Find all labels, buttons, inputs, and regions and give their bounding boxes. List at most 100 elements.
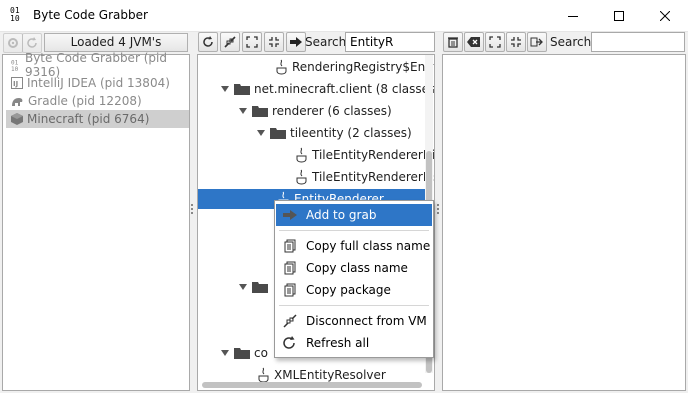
expand-all-button[interactable] — [242, 32, 262, 52]
title-bar: 01 10 Byte Code Grabber — [0, 0, 688, 32]
refresh-icon — [203, 36, 213, 47]
menu-item-label: Add to grab — [306, 208, 377, 222]
close-icon — [660, 11, 670, 21]
expand-icon — [489, 36, 501, 48]
backspace-icon — [467, 37, 480, 47]
tree-node-package[interactable]: renderer (6 classes) — [238, 101, 392, 121]
menu-item-add-to-grab[interactable]: Add to grab — [276, 204, 432, 226]
settings-button[interactable] — [3, 33, 23, 53]
context-menu: Add to grab Copy full class name Copy cl… — [274, 200, 434, 358]
jvm-list-item[interactable]: 01 10 Byte Code Grabber (pid 9316) — [6, 51, 189, 79]
loaded-jvms-label: Loaded 4 JVM's — [44, 33, 188, 52]
jvm-list-item[interactable]: Minecraft (pid 6764) — [6, 110, 189, 128]
refresh-jvms-button[interactable] — [22, 33, 42, 53]
disconnect-icon — [283, 314, 297, 328]
minecraft-block-icon — [11, 113, 23, 125]
menu-item-copy-package[interactable]: Copy package — [276, 279, 432, 301]
tree-node-label: TileEntityRendererPis — [312, 170, 435, 184]
menu-item-label: Copy package — [306, 283, 391, 297]
arrow-right-icon — [283, 210, 297, 220]
gradle-icon — [12, 98, 23, 106]
tree-node-label: TileEntityRendererDis — [312, 148, 435, 162]
app-icon: 01 10 — [10, 7, 26, 25]
java-class-icon — [276, 59, 287, 75]
scrollbar-thumb[interactable] — [202, 382, 422, 388]
folder-icon — [270, 128, 286, 139]
app-icon-bottom-text: 10 — [10, 14, 20, 23]
minimize-button[interactable] — [550, 0, 596, 32]
tree-horizontal-scrollbar[interactable] — [198, 381, 425, 389]
trash-icon — [448, 37, 458, 48]
expanded-arrow-icon[interactable] — [220, 348, 230, 358]
menu-separator — [279, 230, 429, 231]
jvm-list-item[interactable]: Gradle (pid 12208) — [6, 92, 189, 110]
tree-node-class[interactable]: TileEntityRendererDis — [296, 145, 435, 165]
collapse-icon — [511, 37, 521, 47]
maximize-icon — [614, 11, 624, 21]
disconnect-icon — [224, 36, 236, 48]
jvm-label: IntelliJ IDEA (pid 13804) — [27, 76, 170, 90]
expand-all-right-button[interactable] — [485, 32, 505, 52]
jvm-list-item[interactable]: IJ IntelliJ IDEA (pid 13804) — [6, 74, 189, 92]
expanded-arrow-icon[interactable] — [256, 128, 266, 138]
expanded-arrow-icon[interactable] — [238, 106, 248, 116]
copy-icon — [284, 261, 296, 275]
tree-node-label: tileentity (2 classes) — [290, 126, 412, 140]
menu-item-copy-full-class-name[interactable]: Copy full class name — [276, 235, 432, 257]
maximize-button[interactable] — [596, 0, 642, 32]
close-button[interactable] — [642, 0, 688, 32]
window-title: Byte Code Grabber — [33, 8, 148, 22]
grab-search-input[interactable] — [591, 32, 685, 52]
save-classes-button[interactable] — [527, 32, 547, 52]
svg-text:10: 10 — [11, 66, 19, 72]
expand-icon — [246, 36, 258, 48]
intellij-icon: IJ — [11, 77, 23, 89]
arrow-right-icon — [290, 37, 302, 47]
gear-icon — [8, 38, 18, 48]
java-class-icon — [296, 147, 307, 163]
tree-node-package[interactable] — [238, 277, 268, 297]
tree-node-package[interactable]: tileentity (2 classes) — [256, 123, 412, 143]
folder-icon — [234, 348, 250, 359]
delete-button[interactable] — [443, 32, 463, 52]
tree-node-class[interactable]: TileEntityRendererPis — [296, 167, 435, 187]
add-to-grab-button[interactable] — [286, 32, 306, 52]
menu-item-label: Refresh all — [306, 336, 370, 350]
grabbed-classes-panel — [442, 54, 686, 391]
grab-search-label: Search: — [550, 35, 596, 49]
left-splitter[interactable] — [191, 204, 195, 218]
tree-search-input[interactable]: EntityR — [345, 32, 435, 52]
expanded-arrow-icon[interactable] — [238, 282, 248, 292]
tree-node-label: net.minecraft.client (8 classes) — [254, 82, 435, 96]
tree-node-label: XMLEntityResolver — [274, 368, 386, 382]
tree-search-label: Search: — [305, 35, 351, 49]
refresh-tree-button[interactable] — [198, 32, 218, 52]
folder-icon — [252, 106, 268, 117]
menu-item-disconnect-from-vm[interactable]: Disconnect from VM — [276, 310, 432, 332]
svg-text:IJ: IJ — [13, 80, 18, 88]
tree-node-class[interactable]: RenderingRegistry$Entit — [276, 57, 435, 77]
minimize-icon — [568, 16, 578, 17]
jvm-list-panel: 01 10 Byte Code Grabber (pid 9316) IJ Int… — [2, 51, 190, 391]
tree-node-label: co — [254, 346, 268, 360]
menu-item-refresh-all[interactable]: Refresh all — [276, 332, 432, 354]
copy-icon — [284, 239, 296, 253]
tree-node-package[interactable]: co — [220, 343, 268, 363]
collapse-all-button[interactable] — [264, 32, 284, 52]
menu-item-copy-class-name[interactable]: Copy class name — [276, 257, 432, 279]
disconnect-button[interactable] — [220, 32, 240, 52]
right-splitter[interactable] — [437, 204, 441, 218]
folder-icon — [234, 84, 250, 95]
tree-node-package[interactable]: net.minecraft.client (8 classes) — [220, 79, 435, 99]
clear-button[interactable] — [464, 32, 484, 52]
folder-icon — [252, 282, 268, 293]
menu-item-label: Copy class name — [306, 261, 408, 275]
menu-item-label: Copy full class name — [306, 239, 431, 253]
collapse-all-right-button[interactable] — [506, 32, 526, 52]
refresh-icon — [283, 336, 295, 349]
tree-node-label: RenderingRegistry$Entit — [292, 60, 435, 74]
export-icon — [530, 37, 543, 47]
expanded-arrow-icon[interactable] — [220, 84, 230, 94]
collapse-icon — [269, 37, 279, 47]
menu-separator — [279, 305, 429, 306]
